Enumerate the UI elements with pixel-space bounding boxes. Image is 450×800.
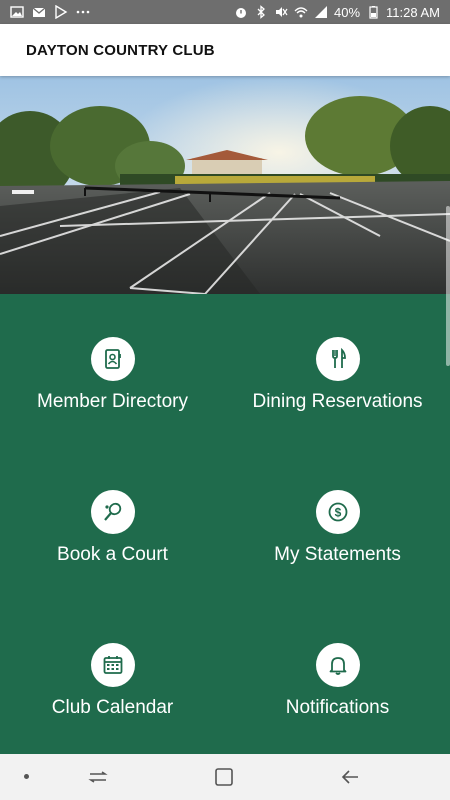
fork-knife-icon bbox=[315, 337, 360, 381]
home-button[interactable] bbox=[212, 765, 236, 789]
tennis-racket-icon bbox=[90, 490, 135, 534]
recents-button[interactable] bbox=[86, 765, 110, 789]
contacts-book-icon bbox=[90, 337, 135, 381]
battery-icon bbox=[366, 5, 380, 19]
tile-dining-reservations[interactable]: Dining Reservations bbox=[225, 294, 450, 447]
battery-percent: 40% bbox=[334, 4, 361, 20]
bell-icon bbox=[315, 643, 360, 687]
bluetooth-icon bbox=[254, 5, 268, 19]
tile-member-directory[interactable]: Member Directory bbox=[0, 294, 225, 447]
calendar-icon bbox=[90, 643, 135, 687]
tile-my-statements[interactable]: $ My Statements bbox=[225, 447, 450, 600]
alarm-icon bbox=[234, 5, 248, 19]
dollar-icon: $ bbox=[315, 490, 360, 534]
tile-label: Member Directory bbox=[37, 391, 188, 412]
tile-label: Club Calendar bbox=[51, 697, 174, 718]
more-dots-icon bbox=[76, 5, 90, 19]
nav-dot bbox=[24, 774, 29, 779]
image-icon bbox=[10, 5, 24, 19]
play-store-icon bbox=[54, 5, 68, 19]
tile-label: Dining Reservations bbox=[252, 391, 423, 412]
status-left bbox=[10, 5, 90, 19]
status-bar: 40% 11:28 AM bbox=[0, 0, 450, 24]
hero-image bbox=[0, 76, 450, 294]
mute-icon bbox=[274, 5, 288, 19]
tile-label: My Statements bbox=[274, 544, 401, 565]
svg-text:$: $ bbox=[334, 506, 341, 520]
signal-icon bbox=[314, 5, 328, 19]
wifi-icon bbox=[294, 5, 308, 19]
tile-club-calendar[interactable]: Club Calendar bbox=[0, 600, 225, 753]
tile-label: Notifications bbox=[285, 697, 390, 718]
nav-bar bbox=[0, 754, 450, 800]
clock: 11:28 AM bbox=[386, 4, 440, 20]
tile-book-a-court[interactable]: Book a Court bbox=[0, 447, 225, 600]
tile-notifications[interactable]: Notifications bbox=[225, 600, 450, 753]
app-bar: DAYTON COUNTRY CLUB bbox=[0, 24, 450, 76]
status-right: 40% 11:28 AM bbox=[234, 5, 440, 20]
back-button[interactable] bbox=[338, 765, 362, 789]
app-title: DAYTON COUNTRY CLUB bbox=[26, 41, 215, 59]
tile-label: Book a Court bbox=[57, 544, 168, 565]
menu-grid: Member Directory Dining Reservations Boo… bbox=[0, 206, 450, 754]
mail-icon bbox=[32, 5, 46, 19]
